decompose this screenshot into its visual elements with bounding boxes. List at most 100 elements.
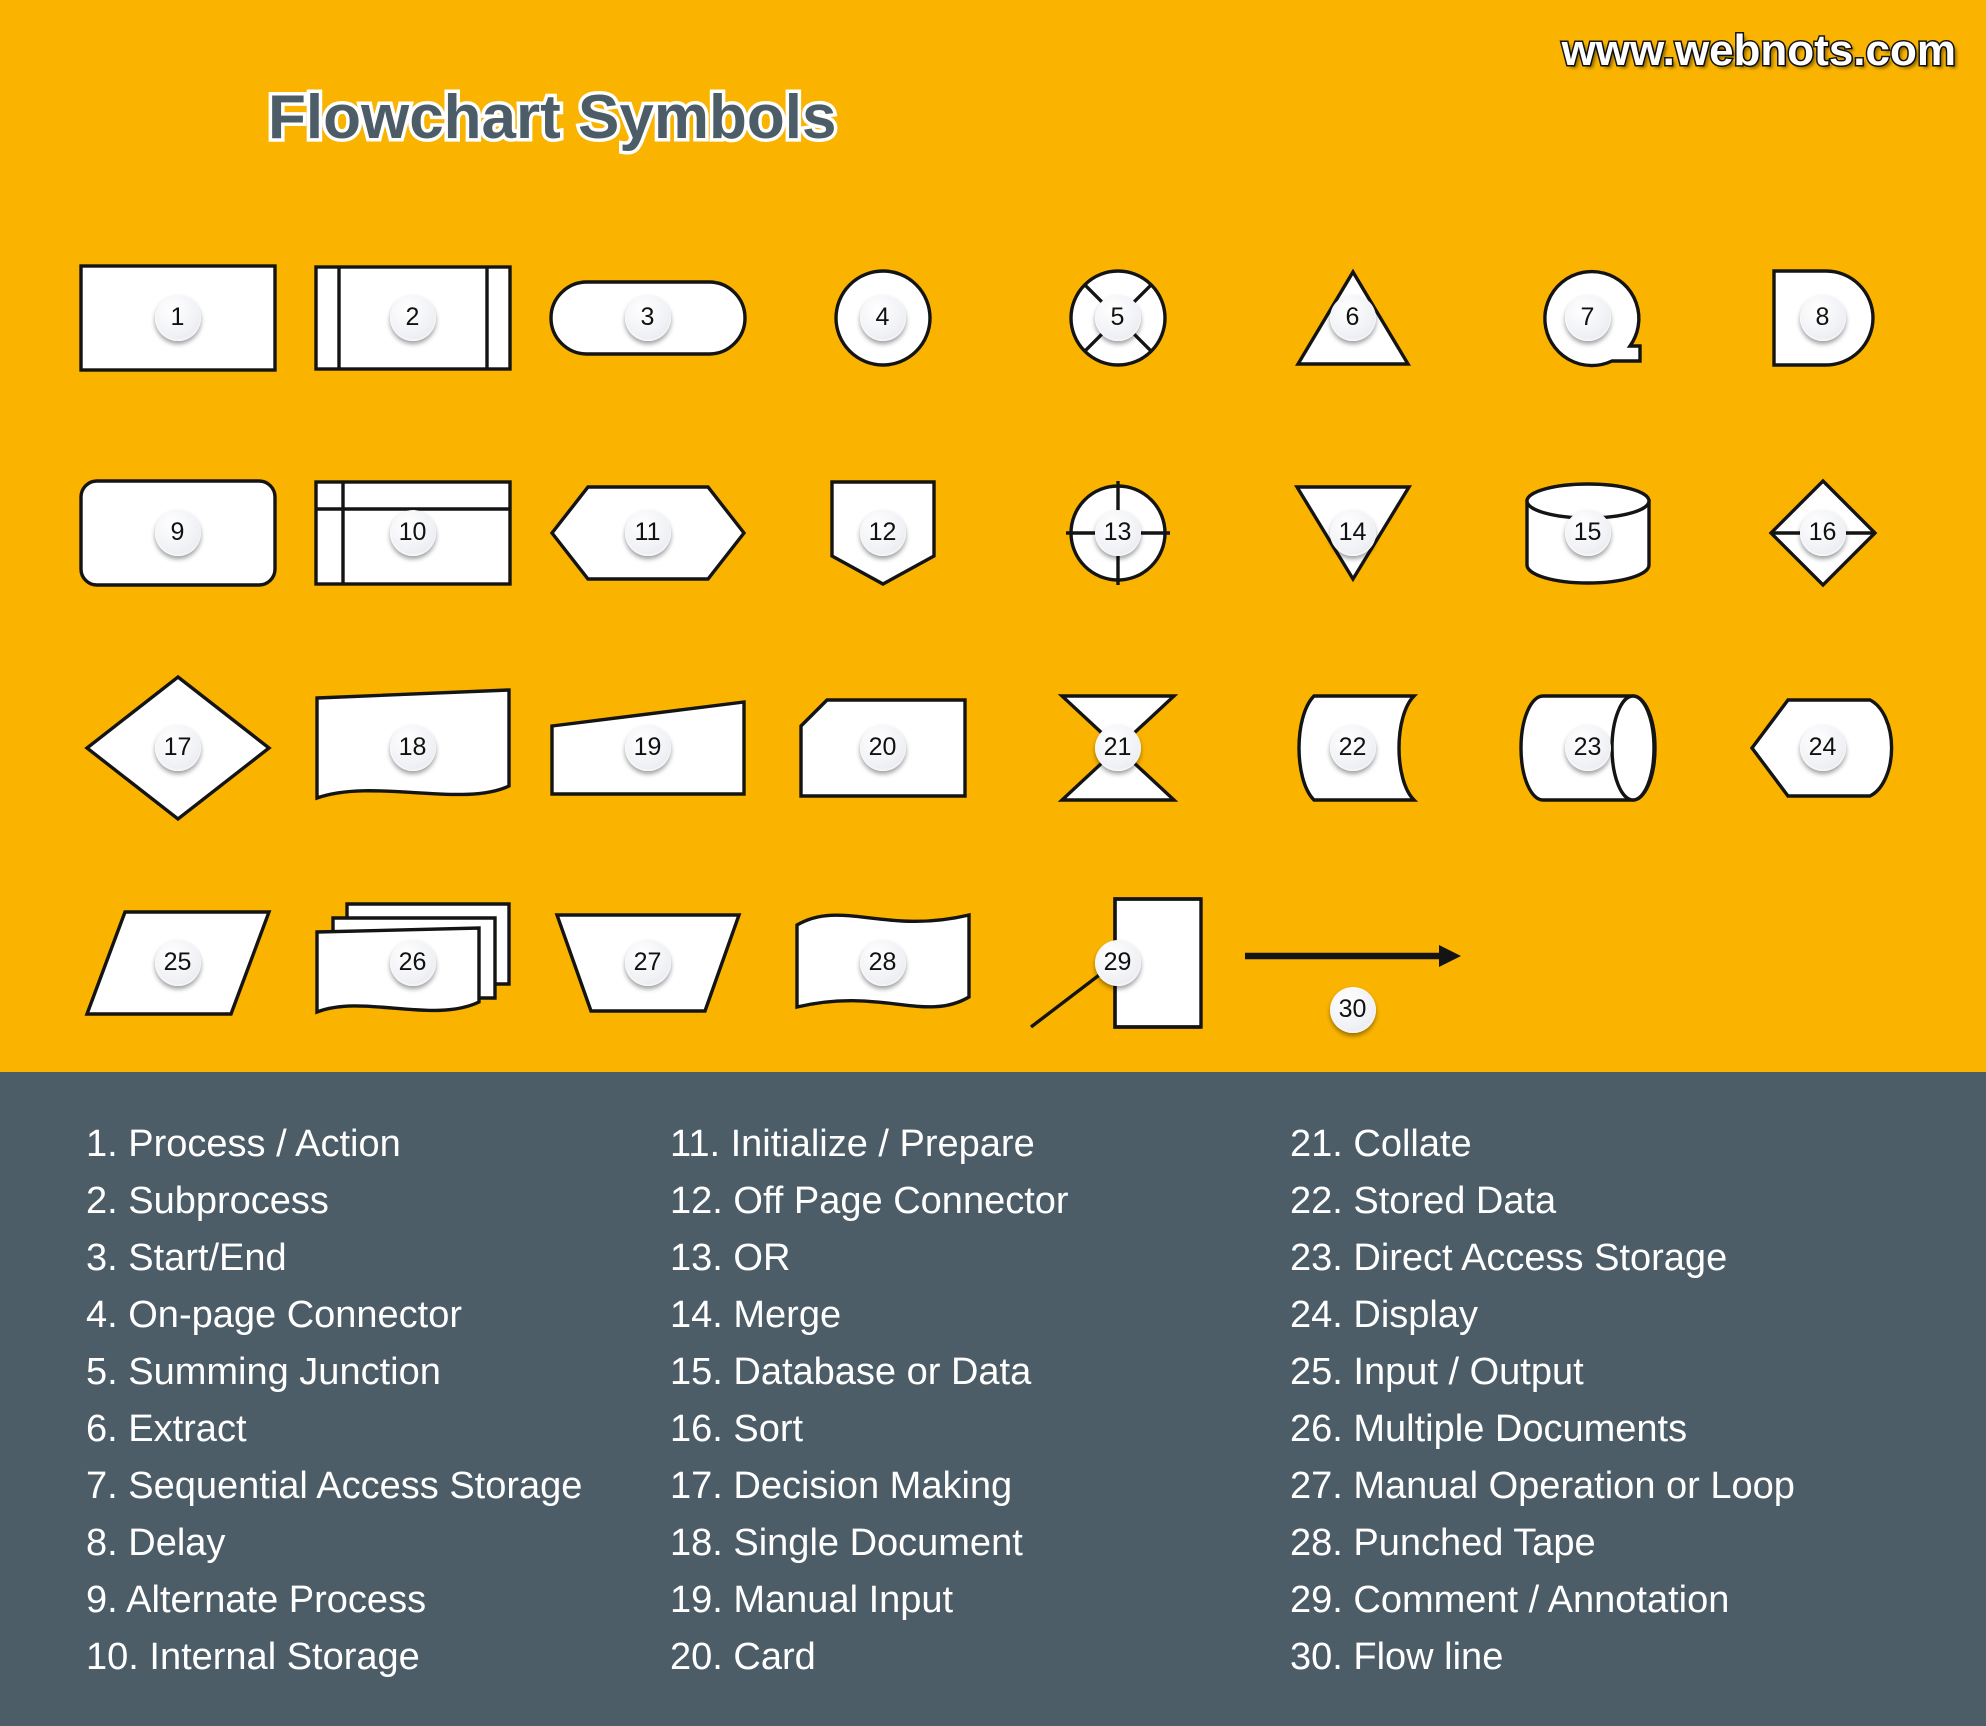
- symbol-cell-initialize-prepare: 11: [530, 425, 765, 640]
- symbol-cell-process: 1: [60, 210, 295, 425]
- symbol-cell-input-output: 25: [60, 855, 295, 1070]
- symbol-number-badge: 20: [859, 724, 906, 771]
- symbol-number-badge: 23: [1564, 724, 1611, 771]
- symbol-cell-manual-input: 19: [530, 640, 765, 855]
- symbol-number-badge: 22: [1329, 724, 1376, 771]
- symbol-number-badge: 29: [1094, 939, 1141, 986]
- symbol-row-3: 17 18 19 20 21 22 23 24: [60, 640, 1940, 855]
- symbol-cell-collate: 21: [1000, 640, 1235, 855]
- symbol-row-4: 25 26 27 28 29 30: [60, 855, 1940, 1070]
- legend-column-1: 1. Process / Action 2. Subprocess 3. Sta…: [0, 1116, 660, 1726]
- symbols-grid: 1 2 3 4 5 6 7 8 9 10 11 12 13 14 15 16 1…: [60, 210, 1940, 1070]
- legend-item: 3. Start/End: [86, 1237, 287, 1279]
- legend-item: 30. Flow line: [1290, 1636, 1504, 1678]
- symbol-cell-display: 24: [1705, 640, 1940, 855]
- symbol-cell-multiple-documents: 26: [295, 855, 530, 1070]
- symbol-number-badge: 16: [1799, 509, 1846, 556]
- legend-item: 22. Stored Data: [1290, 1180, 1557, 1222]
- legend-item: 8. Delay: [86, 1522, 226, 1564]
- legend-item: 1. Process / Action: [86, 1123, 401, 1165]
- page-title: Flowchart Symbols: [264, 80, 839, 156]
- symbol-number-badge: 28: [859, 939, 906, 986]
- symbol-cell-card: 20: [765, 640, 1000, 855]
- symbol-cell-off-page-connector: 12: [765, 425, 1000, 640]
- symbol-number-badge: 14: [1329, 509, 1376, 556]
- symbol-cell-merge: 14: [1235, 425, 1470, 640]
- symbol-cell-on-page-connector: 4: [765, 210, 1000, 425]
- legend-item: 12. Off Page Connector: [670, 1180, 1069, 1222]
- legend-item: 7. Sequential Access Storage: [86, 1465, 583, 1507]
- legend-item: 5. Summing Junction: [86, 1351, 441, 1393]
- symbol-number-badge: 10: [389, 509, 436, 556]
- symbol-number-badge: 24: [1799, 724, 1846, 771]
- legend-item: 11. Initialize / Prepare: [670, 1123, 1035, 1165]
- symbol-number-badge: 5: [1094, 294, 1141, 341]
- symbol-number-badge: 13: [1094, 509, 1141, 556]
- legend-column-3: 21. Collate 22. Stored Data 23. Direct A…: [1270, 1116, 1970, 1726]
- legend-item: 9. Alternate Process: [86, 1579, 427, 1621]
- symbol-cell-flow-line: 30: [1235, 855, 1470, 1070]
- symbol-number-badge: 12: [859, 509, 906, 556]
- legend-item: 26. Multiple Documents: [1290, 1408, 1688, 1450]
- symbol-number-badge: 6: [1329, 294, 1376, 341]
- legend-column-2: 11. Initialize / Prepare 12. Off Page Co…: [660, 1116, 1270, 1726]
- arrow-icon: [1244, 944, 1461, 967]
- symbol-number-badge: 4: [859, 294, 906, 341]
- symbol-number-badge: 27: [624, 939, 671, 986]
- flowchart-symbols-poster: www.webnots.com Flowchart Symbols 1 2 3 …: [0, 0, 1986, 1726]
- symbol-cell-sequential-access-storage: 7: [1470, 210, 1705, 425]
- legend-item: 14. Merge: [670, 1294, 842, 1336]
- legend-item: 20. Card: [670, 1636, 816, 1678]
- legend-item: 13. OR: [670, 1237, 791, 1279]
- legend-item: 29. Comment / Annotation: [1290, 1579, 1730, 1621]
- legend-item: 21. Collate: [1290, 1123, 1472, 1165]
- legend-item: 2. Subprocess: [86, 1180, 329, 1222]
- symbol-number-badge: 2: [389, 294, 436, 341]
- symbol-cell-extract: 6: [1235, 210, 1470, 425]
- symbol-cell-subprocess: 2: [295, 210, 530, 425]
- symbol-number-badge: 7: [1564, 294, 1611, 341]
- symbol-cell-database: 15: [1470, 425, 1705, 640]
- symbol-row-2: 9 10 11 12 13 14 15 16: [60, 425, 1940, 640]
- symbol-number-badge: 26: [389, 939, 436, 986]
- symbol-cell-single-document: 18: [295, 640, 530, 855]
- symbol-cell-delay: 8: [1705, 210, 1940, 425]
- legend-item: 27. Manual Operation or Loop: [1290, 1465, 1795, 1507]
- symbol-cell-direct-access-storage: 23: [1470, 640, 1705, 855]
- symbol-cell-summing-junction: 5: [1000, 210, 1235, 425]
- legend-item: 15. Database or Data: [670, 1351, 1032, 1393]
- symbol-cell-stored-data: 22: [1235, 640, 1470, 855]
- symbol-cell-start-end: 3: [530, 210, 765, 425]
- symbol-cell-or: 13: [1000, 425, 1235, 640]
- symbol-cell-empty-1: [1470, 855, 1705, 1070]
- symbol-cell-empty-2: [1705, 855, 1940, 1070]
- legend-item: 17. Decision Making: [670, 1465, 1013, 1507]
- legend-item: 4. On-page Connector: [86, 1294, 463, 1336]
- legend-panel: 1. Process / Action 2. Subprocess 3. Sta…: [0, 1072, 1986, 1726]
- symbol-number-badge: 3: [624, 294, 671, 341]
- symbol-cell-punched-tape: 28: [765, 855, 1000, 1070]
- legend-item: 25. Input / Output: [1290, 1351, 1584, 1393]
- legend-item: 23. Direct Access Storage: [1290, 1237, 1728, 1279]
- symbol-number-badge: 11: [624, 509, 671, 556]
- symbol-number-badge: 25: [154, 939, 201, 986]
- symbol-cell-decision: 17: [60, 640, 295, 855]
- site-watermark: www.webnots.com: [1560, 25, 1957, 77]
- legend-item: 18. Single Document: [670, 1522, 1023, 1564]
- symbol-cell-alternate-process: 9: [60, 425, 295, 640]
- symbol-cell-sort: 16: [1705, 425, 1940, 640]
- symbol-cell-manual-operation: 27: [530, 855, 765, 1070]
- symbol-number-badge: 18: [389, 724, 436, 771]
- symbol-cell-annotation: 29: [1000, 855, 1235, 1070]
- symbols-panel: www.webnots.com Flowchart Symbols 1 2 3 …: [0, 0, 1986, 1072]
- legend-item: 16. Sort: [670, 1408, 804, 1450]
- symbol-cell-internal-storage: 10: [295, 425, 530, 640]
- symbol-number-badge: 19: [624, 724, 671, 771]
- legend-item: 28. Punched Tape: [1290, 1522, 1596, 1564]
- symbol-number-badge: 21: [1094, 724, 1141, 771]
- symbol-number-badge: 15: [1564, 509, 1611, 556]
- symbol-number-badge: 9: [154, 509, 201, 556]
- legend-item: 6. Extract: [86, 1408, 247, 1450]
- symbol-number-badge: 1: [154, 294, 201, 341]
- legend-item: 10. Internal Storage: [86, 1636, 420, 1678]
